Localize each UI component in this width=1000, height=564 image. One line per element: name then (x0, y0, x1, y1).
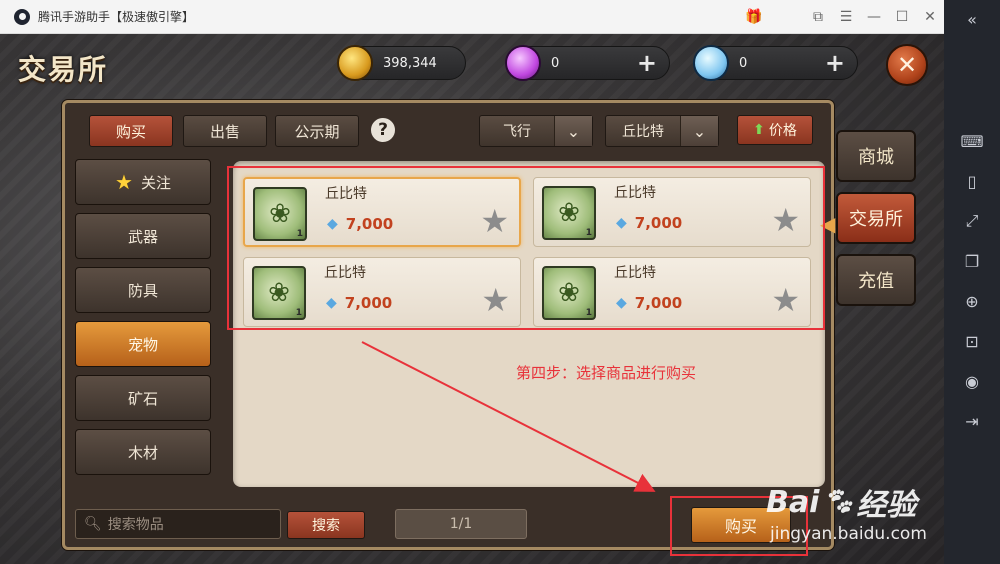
paw-icon: 🐾︎ (821, 487, 855, 517)
gold-balance: 398,344 (337, 45, 466, 81)
gem-value: 0 (551, 55, 560, 71)
gold-coin-icon (337, 45, 373, 81)
diamond-value: 0 (739, 55, 748, 71)
collapse-icon[interactable]: « (944, 4, 1000, 34)
annotation-box-items (227, 166, 825, 330)
window-title: 腾讯手游助手【极速傲引擎】 (38, 10, 195, 24)
app-logo-icon (14, 8, 30, 25)
fullscreen-icon[interactable]: ⧉ (804, 0, 832, 34)
record-icon[interactable]: ◉ (944, 366, 1000, 396)
tab-public[interactable]: 公示期 (275, 115, 359, 147)
category-armor[interactable]: 防具 (75, 267, 211, 313)
diamond-icon (693, 45, 729, 81)
close-exchange-button[interactable]: ✕ (886, 44, 928, 86)
type-dropdown[interactable]: 飞行 ⌄ (479, 115, 593, 147)
shake-icon[interactable]: ▯ (944, 166, 1000, 196)
gift-icon[interactable]: 🎁 (740, 0, 768, 34)
gold-value: 398,344 (383, 55, 437, 71)
sort-price-button[interactable]: ⬆ 价格 (737, 115, 813, 145)
watermark-brand-left: Bai (766, 484, 820, 520)
baidu-watermark: Bai 🐾︎ 经验 jingyan.baidu.com (766, 480, 927, 545)
sort-label: 价格 (768, 123, 797, 139)
add-diamonds-button[interactable]: + (825, 49, 845, 77)
category-pets[interactable]: 宠物 (75, 321, 211, 367)
add-gems-button[interactable]: + (637, 49, 657, 77)
diamond-balance: 0 + (693, 45, 858, 81)
game-screen: 交易所 398,344 0 + 0 + ✕ 购买 出售 公示期 ? 飞行 ⌄ 丘… (0, 34, 944, 564)
page-indicator: 1/1 (395, 509, 527, 539)
annotation-step-text: 第四步：选择商品进行购买 (516, 364, 697, 382)
type-dropdown-value: 飞行 (503, 124, 531, 140)
exit-icon[interactable]: ⇥ (944, 406, 1000, 436)
chevron-down-icon: ⌄ (680, 116, 718, 146)
category-label: 关注 (140, 173, 171, 192)
close-icon[interactable]: ✕ (916, 0, 944, 34)
tab-sell[interactable]: 出售 (183, 115, 267, 147)
watermark-brand-right: 经验 (856, 488, 917, 523)
category-weapons[interactable]: 武器 (75, 213, 211, 259)
minimize-icon[interactable]: — (860, 0, 888, 34)
category-wood[interactable]: 木材 (75, 429, 211, 475)
search-icon: 🔍︎ (84, 516, 102, 532)
watermark-brand: Bai 🐾︎ 经验 (766, 480, 927, 524)
fullscreen-expand-icon[interactable]: ⤢ (944, 206, 1000, 236)
star-icon: ★ (115, 170, 133, 194)
location-icon[interactable]: ⊕ (944, 286, 1000, 316)
side-tab-exchange[interactable]: 交易所 (836, 192, 916, 244)
search-placeholder: 搜索物品 (107, 517, 164, 533)
arrow-up-icon: ⬆ (753, 122, 765, 138)
category-favorites[interactable]: ★ 关注 (75, 159, 211, 205)
category-ore[interactable]: 矿石 (75, 375, 211, 421)
item-dropdown-value: 丘比特 (622, 124, 664, 140)
maximize-icon[interactable]: ☐ (888, 0, 916, 34)
gem-balance: 0 + (505, 45, 670, 81)
multi-window-icon[interactable]: ❐ (944, 246, 1000, 276)
gem-icon (505, 45, 541, 81)
keyboard-icon[interactable]: ⌨ (944, 126, 1000, 156)
chevron-down-icon: ⌄ (554, 116, 592, 146)
search-input[interactable]: 🔍︎ 搜索物品 (75, 509, 281, 539)
side-tab-recharge[interactable]: 充值 (836, 254, 916, 306)
item-dropdown[interactable]: 丘比特 ⌄ (605, 115, 719, 147)
window-titlebar: 腾讯手游助手【极速傲引擎】 🎁 ⧉ ☰ — ☐ ✕ (0, 0, 944, 34)
watermark-url: jingyan.baidu.com (770, 524, 927, 544)
page-title: 交易所 (18, 53, 109, 86)
screenshot-icon[interactable]: ⊡ (944, 326, 1000, 356)
help-button[interactable]: ? (369, 116, 397, 144)
side-tab-shop[interactable]: 商城 (836, 130, 916, 182)
emulator-sidebar: « ⌨ ▯ ⤢ ❐ ⊕ ⊡ ◉ ⇥ (944, 0, 1000, 564)
tab-buy[interactable]: 购买 (89, 115, 173, 147)
menu-icon[interactable]: ☰ (832, 0, 860, 34)
window-controls: 🎁 ⧉ ☰ — ☐ ✕ (740, 0, 944, 34)
search-button[interactable]: 搜索 (287, 511, 365, 539)
